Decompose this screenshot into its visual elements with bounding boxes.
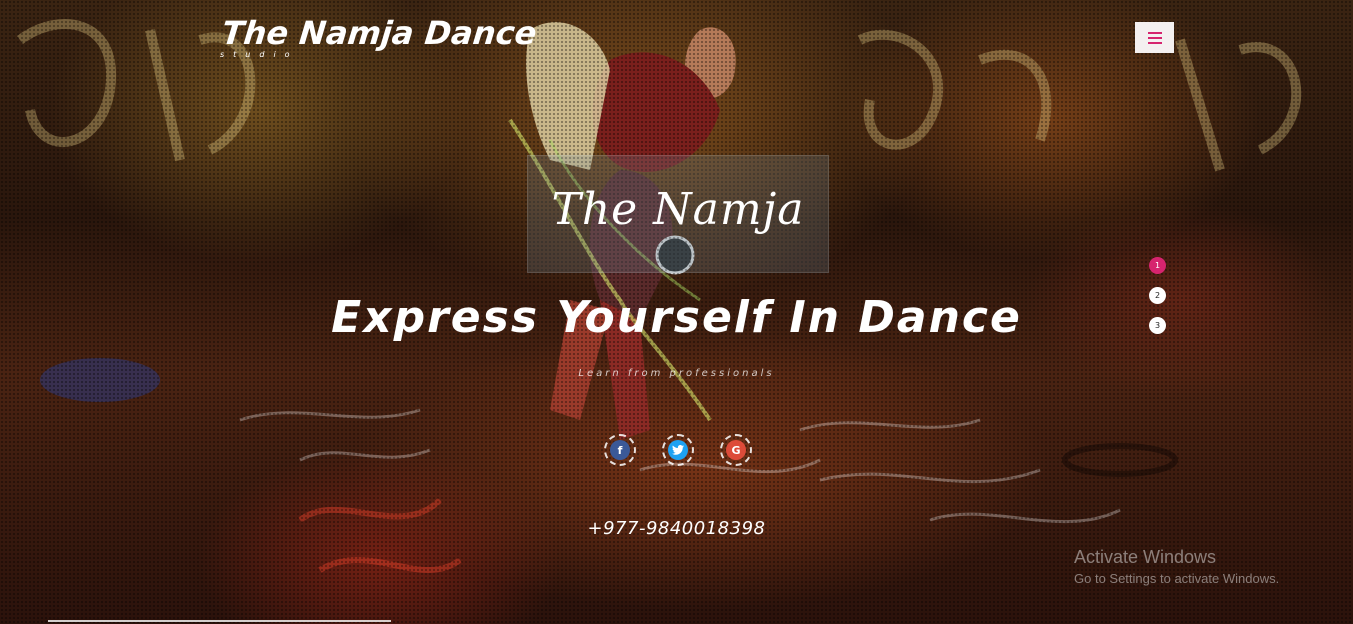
hero-tagline: Learn from professionals [578, 368, 775, 379]
slider-dot-nav: 1 2 3 [1149, 257, 1166, 334]
slider-dot-3[interactable]: 3 [1149, 317, 1166, 334]
google-plus-icon: G [726, 440, 746, 460]
menu-toggle-button[interactable] [1135, 22, 1174, 53]
logo-title: The Namja Dance [220, 14, 539, 52]
bottom-divider [48, 620, 391, 622]
hero-background: The Namja Dance studio The Namja Express… [0, 0, 1353, 624]
slider-dot-2[interactable]: 2 [1149, 287, 1166, 304]
hamburger-icon-bar [1147, 41, 1162, 44]
twitter-icon [668, 440, 688, 460]
social-links: f G [604, 434, 752, 466]
brand-panel: The Namja [527, 155, 829, 273]
watermark-line-2: Go to Settings to activate Windows. [1074, 571, 1280, 586]
activate-windows-watermark: Activate Windows Go to Settings to activ… [1074, 547, 1279, 586]
facebook-link[interactable]: f [604, 434, 636, 466]
twitter-link[interactable] [662, 434, 694, 466]
google-plus-link[interactable]: G [720, 434, 752, 466]
watermark-line-1: Activate Windows [1074, 547, 1217, 567]
facebook-icon: f [610, 440, 630, 460]
hamburger-icon-bar [1147, 36, 1162, 39]
brand-title: The Namja [551, 184, 805, 235]
hamburger-icon [1147, 31, 1162, 34]
site-logo[interactable]: The Namja Dance studio [220, 14, 539, 59]
slider-dot-1[interactable]: 1 [1149, 257, 1166, 274]
phone-number: +977-9840018398 [587, 518, 766, 539]
